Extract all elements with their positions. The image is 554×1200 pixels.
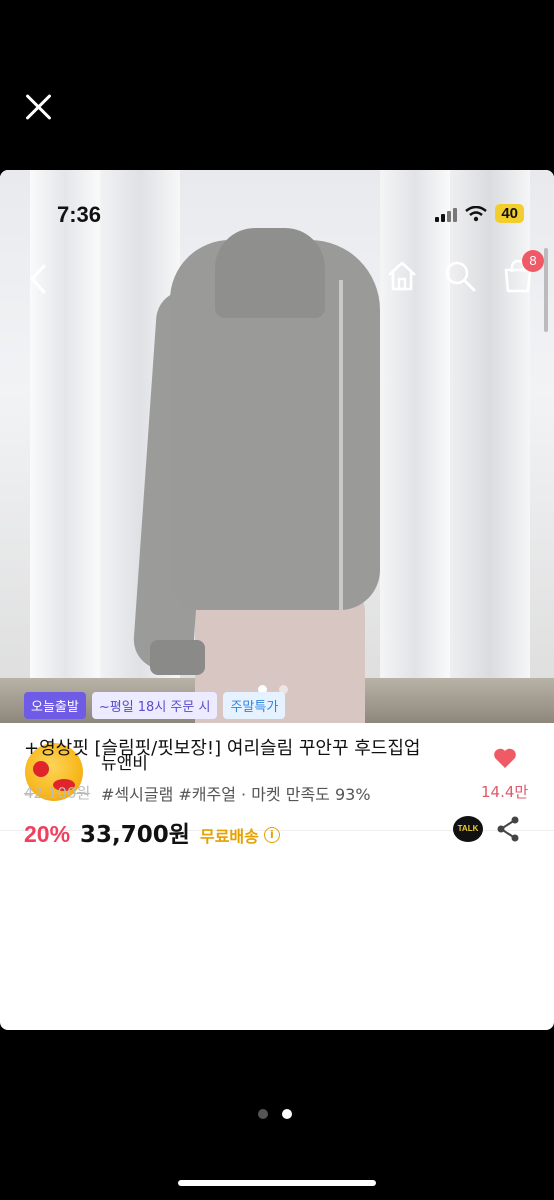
image-viewer: 7:36 40 8 뉴앤비 #섹시글램 #캐주얼 · 마켓 만족도 93% 14…: [0, 0, 554, 1200]
hoodie-hood: [215, 228, 325, 318]
viewer-page-dots: [258, 1109, 292, 1119]
sale-price: 33,700원: [80, 822, 190, 848]
back-arrow-icon[interactable]: [28, 264, 48, 294]
hoodie-zipper: [339, 280, 343, 610]
heart-icon[interactable]: [493, 747, 517, 769]
screenshot-card: 7:36 40 8 뉴앤비 #섹시글램 #캐주얼 · 마켓 만족도 93% 14…: [0, 170, 554, 1030]
status-time: 7:36: [57, 202, 102, 227]
product-photo[interactable]: 7:36 40 8: [0, 170, 554, 723]
status-icons: 40: [435, 204, 524, 223]
cart-button[interactable]: 8: [500, 250, 544, 294]
discount-rate: 20%: [24, 821, 71, 847]
home-indicator[interactable]: [178, 1180, 376, 1186]
talk-chat-icon[interactable]: TALK: [453, 816, 483, 842]
viewer-page-dot[interactable]: [258, 1109, 268, 1119]
like-count: 14.4만: [481, 783, 529, 801]
scrollbar[interactable]: [544, 248, 548, 332]
wifi-icon: [465, 205, 488, 221]
signal-icon: [435, 206, 458, 222]
product-badges: 오늘출발 ~평일 18시 주문 시 주말특가: [24, 692, 286, 719]
header-actions: 8: [384, 250, 544, 294]
viewer-page-dot[interactable]: [282, 1109, 292, 1119]
product-title: +영상핏 [슬림핏/핏보장!] 여리슬림 꾸안꾸 후드집업: [24, 738, 421, 759]
weekend-sale-badge: 주말특가: [223, 692, 286, 719]
close-icon[interactable]: [22, 90, 56, 124]
hoodie-cuff: [150, 640, 205, 675]
price-row: 20% 33,700원 무료배송 i: [24, 815, 280, 849]
search-icon[interactable]: [442, 258, 478, 294]
curtain: [450, 170, 530, 723]
cart-count-badge: 8: [522, 250, 544, 272]
seller-tags: #섹시글램 #캐주얼 · 마켓 만족도 93%: [101, 785, 371, 804]
battery-indicator: 40: [495, 204, 524, 223]
curtain: [30, 170, 100, 723]
order-cutoff-badge: ~평일 18시 주문 시: [91, 692, 218, 719]
today-shipping-badge: 오늘출발: [24, 692, 86, 719]
avatar-cheek: [33, 761, 49, 777]
share-icon[interactable]: [496, 816, 520, 842]
home-icon[interactable]: [384, 258, 420, 294]
original-price: 42,100원: [24, 784, 91, 802]
free-shipping-label: 무료배송: [199, 827, 259, 846]
curtain: [380, 170, 450, 723]
info-icon[interactable]: i: [263, 827, 280, 843]
free-shipping[interactable]: 무료배송 i: [200, 823, 280, 847]
